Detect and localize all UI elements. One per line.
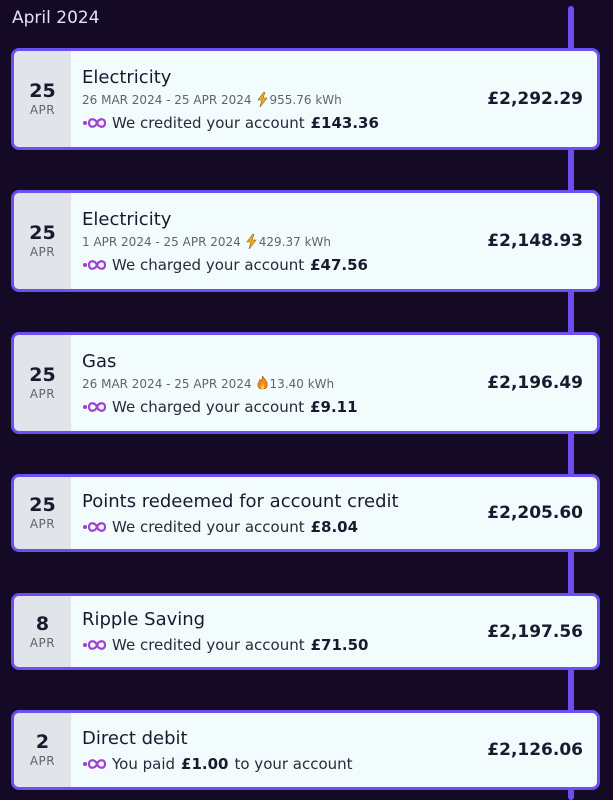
date-day: 25 bbox=[29, 80, 56, 102]
period-dates: 26 MAR 2024 - 25 APR 2024 bbox=[82, 376, 252, 391]
note-amount: £71.50 bbox=[310, 636, 369, 654]
date-month: APR bbox=[29, 754, 56, 768]
transaction-card[interactable]: 25 APR Gas 26 MAR 2024 - 25 APR 2024 13.… bbox=[11, 332, 600, 434]
transaction-note: We credited your account £8.04 bbox=[82, 517, 467, 537]
card-body: Electricity 1 APR 2024 - 25 APR 2024 429… bbox=[82, 193, 467, 289]
month-header: April 2024 bbox=[12, 8, 100, 28]
date-day: 25 bbox=[29, 222, 56, 244]
date-box: 2 APR bbox=[14, 713, 71, 787]
transaction-title: Points redeemed for account credit bbox=[82, 490, 399, 512]
date-box: 25 APR bbox=[14, 51, 71, 147]
note-text: We credited your account bbox=[112, 113, 305, 132]
transaction-title: Electricity bbox=[82, 66, 172, 88]
transaction-card[interactable]: 8 APR Ripple Saving We credited your acc… bbox=[11, 593, 600, 670]
transaction-note: We credited your account £71.50 bbox=[82, 635, 467, 655]
card-body: Direct debit You paid £1.00 to your acco… bbox=[82, 713, 467, 787]
note-amount: £8.04 bbox=[310, 517, 359, 536]
transaction-note: You paid £1.00 to your account bbox=[82, 754, 467, 774]
card-body: Ripple Saving We credited your account £… bbox=[82, 596, 467, 667]
flame-icon bbox=[257, 376, 268, 391]
usage-value: 13.40 kWh bbox=[269, 376, 335, 391]
note-amount: £9.11 bbox=[310, 397, 358, 416]
octopus-icon bbox=[82, 400, 106, 414]
note-text: We credited your account bbox=[112, 517, 305, 536]
note-amount: £143.36 bbox=[310, 113, 379, 132]
date-month: APR bbox=[29, 517, 56, 531]
date-month: APR bbox=[29, 245, 56, 259]
date-day: 25 bbox=[29, 494, 56, 516]
balance-amount: £2,148.93 bbox=[487, 231, 583, 251]
date-box: 8 APR bbox=[14, 596, 71, 667]
date-box: 25 APR bbox=[14, 193, 71, 289]
billing-period: 1 APR 2024 - 25 APR 2024 429.37 kWh bbox=[82, 233, 467, 251]
usage-value: 955.76 kWh bbox=[269, 92, 342, 107]
transaction-note: We charged your account £47.56 bbox=[82, 255, 467, 275]
note-text: We charged your account bbox=[112, 397, 305, 416]
note-text: We credited your account bbox=[112, 636, 305, 654]
balance-amount: £2,196.49 bbox=[487, 373, 583, 393]
octopus-icon bbox=[82, 116, 106, 130]
transaction-title: Direct debit bbox=[82, 727, 188, 749]
balance-amount: £2,126.06 bbox=[487, 740, 583, 760]
lightning-icon bbox=[246, 234, 257, 249]
card-body: Electricity 26 MAR 2024 - 25 APR 2024 95… bbox=[82, 51, 467, 147]
transaction-note: We charged your account £9.11 bbox=[82, 397, 467, 417]
usage-value: 429.37 kWh bbox=[258, 234, 331, 249]
date-month: APR bbox=[29, 103, 56, 117]
octopus-icon bbox=[82, 638, 106, 652]
billing-period: 26 MAR 2024 - 25 APR 2024 13.40 kWh bbox=[82, 375, 467, 393]
balance-amount: £2,292.29 bbox=[487, 89, 583, 109]
card-body: Gas 26 MAR 2024 - 25 APR 2024 13.40 kWh … bbox=[82, 335, 467, 431]
lightning-icon bbox=[256, 92, 268, 107]
billing-period: 26 MAR 2024 - 25 APR 2024 955.76 kWh bbox=[82, 91, 467, 109]
note-text: We charged your account bbox=[112, 255, 305, 274]
transaction-title: Ripple Saving bbox=[82, 609, 206, 630]
date-month: APR bbox=[29, 635, 56, 650]
date-box: 25 APR bbox=[14, 477, 71, 549]
note-text: You paid bbox=[112, 754, 176, 773]
date-box: 25 APR bbox=[14, 335, 71, 431]
octopus-icon bbox=[82, 258, 106, 272]
transaction-card[interactable]: 2 APR Direct debit You paid £1.00 to you… bbox=[11, 710, 600, 790]
balance-amount: £2,205.60 bbox=[487, 503, 583, 523]
note-amount: £47.56 bbox=[310, 255, 368, 274]
transaction-note: We credited your account £143.36 bbox=[82, 113, 467, 133]
date-day: 2 bbox=[35, 731, 50, 753]
transaction-card[interactable]: 25 APR Electricity 1 APR 2024 - 25 APR 2… bbox=[11, 190, 600, 292]
period-dates: 1 APR 2024 - 25 APR 2024 bbox=[82, 234, 241, 249]
balance-amount: £2,197.56 bbox=[487, 621, 583, 642]
period-dates: 26 MAR 2024 - 25 APR 2024 bbox=[82, 92, 252, 107]
date-month: APR bbox=[29, 387, 56, 401]
note-amount: £1.00 bbox=[181, 754, 229, 773]
date-day: 25 bbox=[29, 364, 56, 386]
octopus-icon bbox=[82, 757, 106, 771]
note-suffix: to your account bbox=[234, 754, 353, 773]
date-day: 8 bbox=[35, 612, 50, 635]
card-body: Points redeemed for account credit We cr… bbox=[82, 477, 467, 549]
transaction-title: Electricity bbox=[82, 208, 172, 230]
octopus-icon bbox=[82, 520, 106, 534]
transaction-title: Gas bbox=[82, 350, 117, 372]
transaction-card[interactable]: 25 APR Points redeemed for account credi… bbox=[11, 474, 600, 552]
transaction-card[interactable]: 25 APR Electricity 26 MAR 2024 - 25 APR … bbox=[11, 48, 600, 150]
